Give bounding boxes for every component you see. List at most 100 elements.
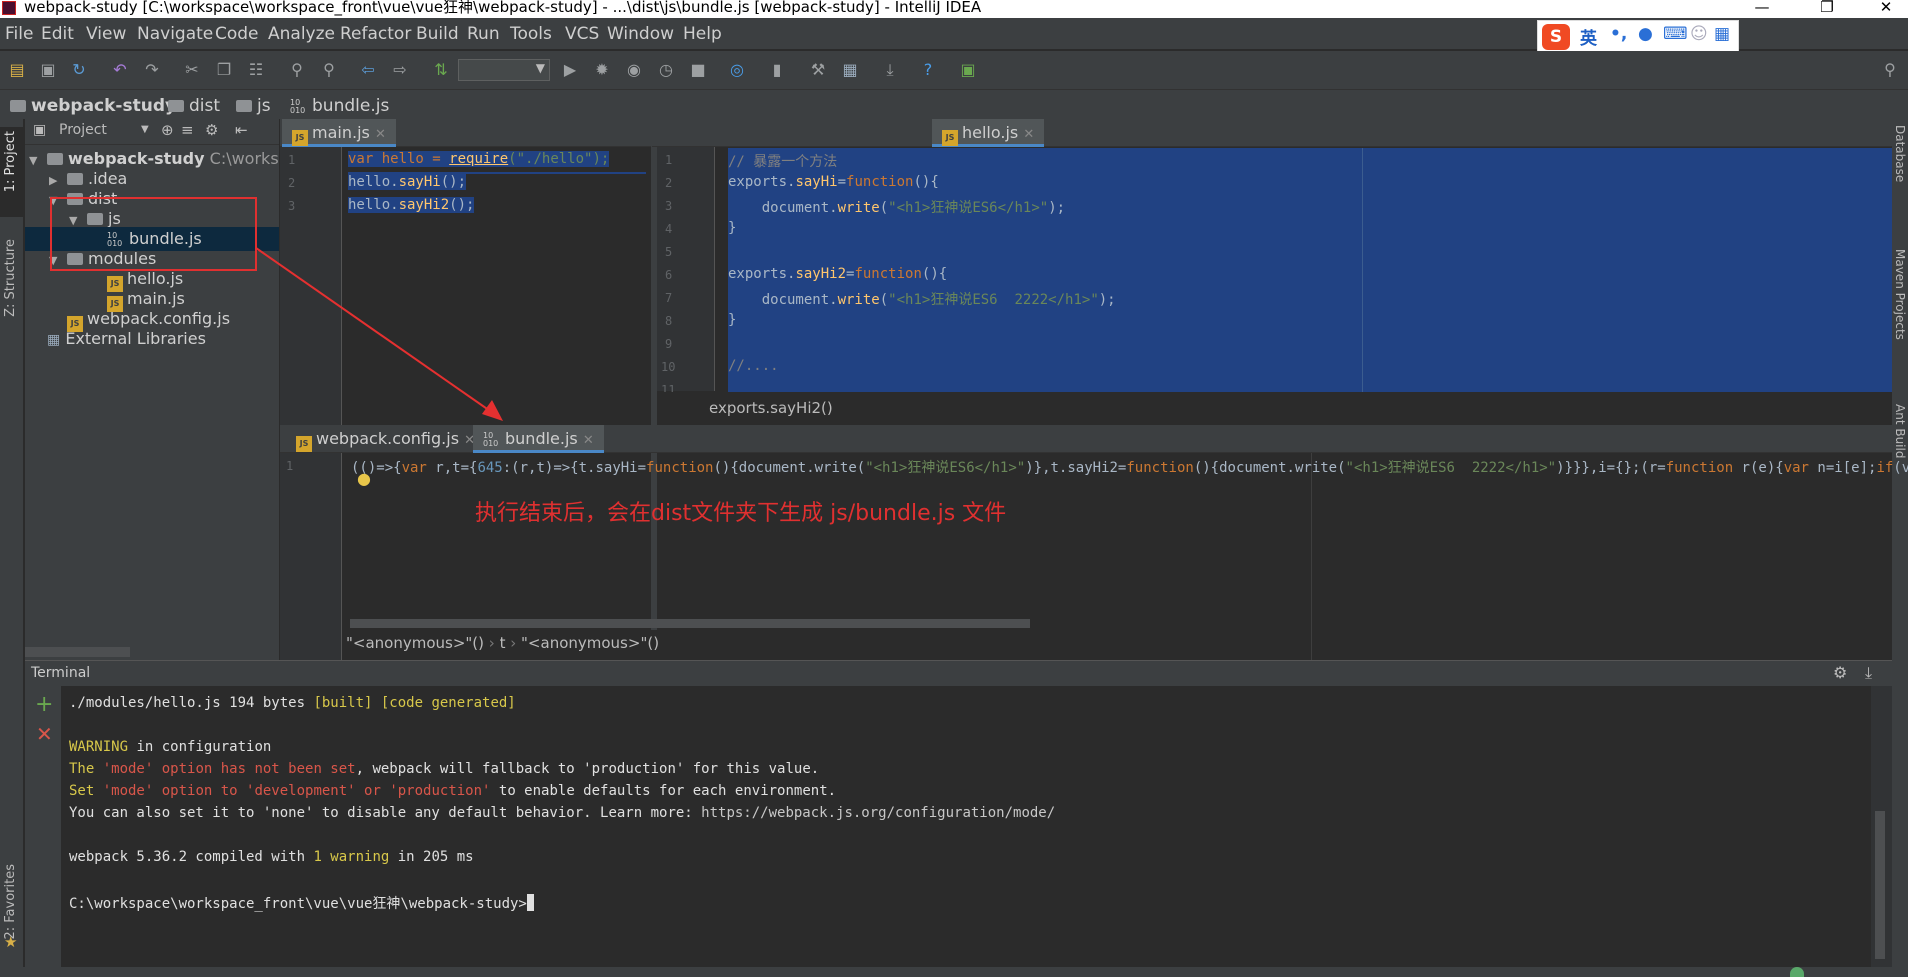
breadcrumb-js[interactable]: js	[236, 96, 271, 116]
main-js-line-1[interactable]: var hello = require("./hello");	[348, 151, 610, 167]
main-js-line-2[interactable]: hello.sayHi();	[348, 174, 467, 190]
tool-tab-maven[interactable]: Maven Projects	[1893, 249, 1907, 340]
hello-js-line-4[interactable]: }	[728, 220, 736, 236]
tree-item-external-libraries[interactable]: ▦ External Libraries	[25, 327, 279, 351]
lightbulb-icon[interactable]: ●	[357, 469, 371, 488]
minimize-button[interactable]: —	[1740, 0, 1784, 18]
breadcrumb-bundle[interactable]: 10 010 bundle.js	[290, 96, 389, 116]
plugin-icon[interactable]: ▣	[958, 60, 978, 80]
help-icon[interactable]: ?	[918, 60, 938, 80]
menu-file[interactable]: File	[5, 24, 33, 44]
menu-analyze[interactable]: Analyze	[268, 24, 335, 44]
user-icon[interactable]: ☺	[1690, 24, 1708, 44]
bundle-horizontal-scrollbar[interactable]	[350, 619, 1030, 628]
menu-help[interactable]: Help	[683, 24, 722, 44]
gear-icon[interactable]: ⚙	[205, 121, 218, 139]
close-tab-icon[interactable]: ✕	[583, 433, 594, 448]
hide-panel-icon[interactable]: ⤓	[1865, 663, 1872, 683]
search-everywhere-icon[interactable]: ◎	[727, 60, 747, 80]
hello-js-line-7[interactable]: document.write("<h1>狂神说ES6 2222</h1>");	[728, 289, 1116, 309]
menu-navigate[interactable]: Navigate	[137, 24, 213, 44]
new-session-icon[interactable]: +	[35, 692, 53, 717]
locate-icon[interactable]: ⊕	[161, 121, 174, 139]
run-icon[interactable]: ▶	[560, 60, 580, 80]
menu-edit[interactable]: Edit	[41, 24, 74, 44]
close-session-icon[interactable]: ✕	[36, 722, 53, 746]
settings-icon[interactable]: ⚒	[808, 60, 828, 80]
punctuation-icon[interactable]: •,	[1610, 24, 1627, 44]
toolbar-search-icon[interactable]: ⚲	[1880, 60, 1900, 80]
project-structure-icon[interactable]: ▦	[840, 60, 860, 80]
menu-view[interactable]: View	[86, 24, 126, 44]
main-js-line-3[interactable]: hello.sayHi2();	[348, 197, 475, 213]
coverage-icon[interactable]: ◉	[624, 60, 644, 80]
context-crumb[interactable]: "<anonymous>"()	[521, 634, 659, 652]
breadcrumb-project[interactable]: webpack-study	[10, 96, 176, 116]
tab-bundle-js[interactable]: 10 010 bundle.js ✕	[473, 425, 604, 453]
menu-tools[interactable]: Tools	[510, 24, 552, 44]
profile-icon[interactable]: ◷	[656, 60, 676, 80]
menu-build[interactable]: Build	[416, 24, 459, 44]
save-icon[interactable]: ▣	[38, 60, 58, 80]
tab-webpack-config[interactable]: JS webpack.config.js ✕	[286, 425, 485, 453]
replace-icon[interactable]: ⚲	[319, 60, 339, 80]
breadcrumb-dist[interactable]: dist	[168, 96, 220, 116]
hello-js-line-1[interactable]: // 暴露一个方法	[728, 151, 837, 171]
terminal-prompt[interactable]: C:\workspace\workspace_front\vue\vue狂神\w…	[69, 893, 534, 913]
keyboard-icon[interactable]: ⌨	[1663, 24, 1688, 44]
grid-menu-icon[interactable]: ▦	[1714, 24, 1730, 44]
sync-icon[interactable]: ↻	[69, 60, 89, 80]
build-icon[interactable]: ⇅	[431, 60, 451, 80]
bundle-js-line-1[interactable]: (()=>{var r,t={645:(r,t)=>{t.sayHi=funct…	[351, 457, 1908, 477]
redo-icon[interactable]: ↷	[142, 60, 162, 80]
horizontal-scrollbar[interactable]	[25, 647, 130, 657]
hello-js-line-3[interactable]: document.write("<h1>狂神说ES6</h1>");	[728, 197, 1065, 217]
close-tab-icon[interactable]: ✕	[375, 127, 386, 142]
terminal-scrollbar-thumb[interactable]	[1875, 811, 1885, 959]
menu-refactor[interactable]: Refactor	[340, 24, 411, 44]
close-button[interactable]: ✕	[1864, 0, 1908, 18]
menu-run[interactable]: Run	[467, 24, 500, 44]
chevron-down-icon[interactable]: ▼	[141, 124, 149, 135]
copy-icon[interactable]: ❐	[214, 60, 234, 80]
microphone-icon[interactable]: ●	[1638, 24, 1653, 44]
undo-icon[interactable]: ↶	[110, 60, 130, 80]
paste-icon[interactable]: ☷	[246, 60, 266, 80]
hello-js-line-8[interactable]: }	[728, 312, 736, 328]
debug-icon[interactable]: ✹	[592, 60, 612, 80]
hello-js-line-2[interactable]: exports.sayHi=function(){	[728, 174, 939, 190]
back-icon[interactable]: ⇦	[358, 60, 378, 80]
menu-vcs[interactable]: VCS	[565, 24, 599, 44]
maximize-button[interactable]: ❐	[1805, 0, 1849, 18]
gear-icon[interactable]: ⚙	[1833, 663, 1847, 682]
menu-code[interactable]: Code	[215, 24, 259, 44]
hello-js-context-hint[interactable]: exports.sayHi2()	[709, 399, 833, 417]
cut-icon[interactable]: ✂	[182, 60, 202, 80]
hello-js-line-6[interactable]: exports.sayHi2=function(){	[728, 266, 947, 282]
tool-tab-ant[interactable]: Ant Build	[1893, 404, 1907, 458]
context-crumb[interactable]: t	[500, 634, 506, 652]
tab-main-js[interactable]: JS main.js ✕	[282, 119, 396, 147]
hide-icon[interactable]: ⇤	[235, 121, 248, 139]
vcs-icon[interactable]: ▮	[767, 60, 787, 80]
tool-tab-structure[interactable]: Z: Structure	[3, 239, 18, 317]
sdk-download-icon[interactable]: ⤓	[880, 60, 900, 80]
tool-tab-database[interactable]: Database	[1893, 125, 1907, 182]
run-config-dropdown[interactable]: ▼	[458, 59, 550, 81]
project-view-select[interactable]: Project	[59, 122, 107, 138]
tab-hello-js[interactable]: JS hello.js ✕	[932, 119, 1045, 147]
tool-tab-favorites[interactable]: 2: Favorites	[3, 864, 18, 940]
forward-icon[interactable]: ⇨	[390, 60, 410, 80]
context-crumb[interactable]: "<anonymous>"()	[346, 634, 484, 652]
collapse-all-icon[interactable]: ≡	[181, 121, 194, 139]
ime-toolbar[interactable]: S 英 •, ● ⌨ ☺ ▦	[1537, 20, 1739, 52]
find-icon[interactable]: ⚲	[287, 60, 307, 80]
stop-icon[interactable]: ■	[688, 60, 708, 80]
ime-lang-label[interactable]: 英	[1580, 24, 1597, 49]
menu-window[interactable]: Window	[607, 24, 674, 44]
terminal-line: WARNING in configuration	[69, 739, 272, 755]
hello-js-line-10[interactable]: //....	[728, 358, 779, 374]
open-folder-icon[interactable]: ▤	[7, 60, 27, 80]
tool-tab-project[interactable]: 1: Project	[3, 131, 18, 192]
close-tab-icon[interactable]: ✕	[1023, 127, 1034, 142]
